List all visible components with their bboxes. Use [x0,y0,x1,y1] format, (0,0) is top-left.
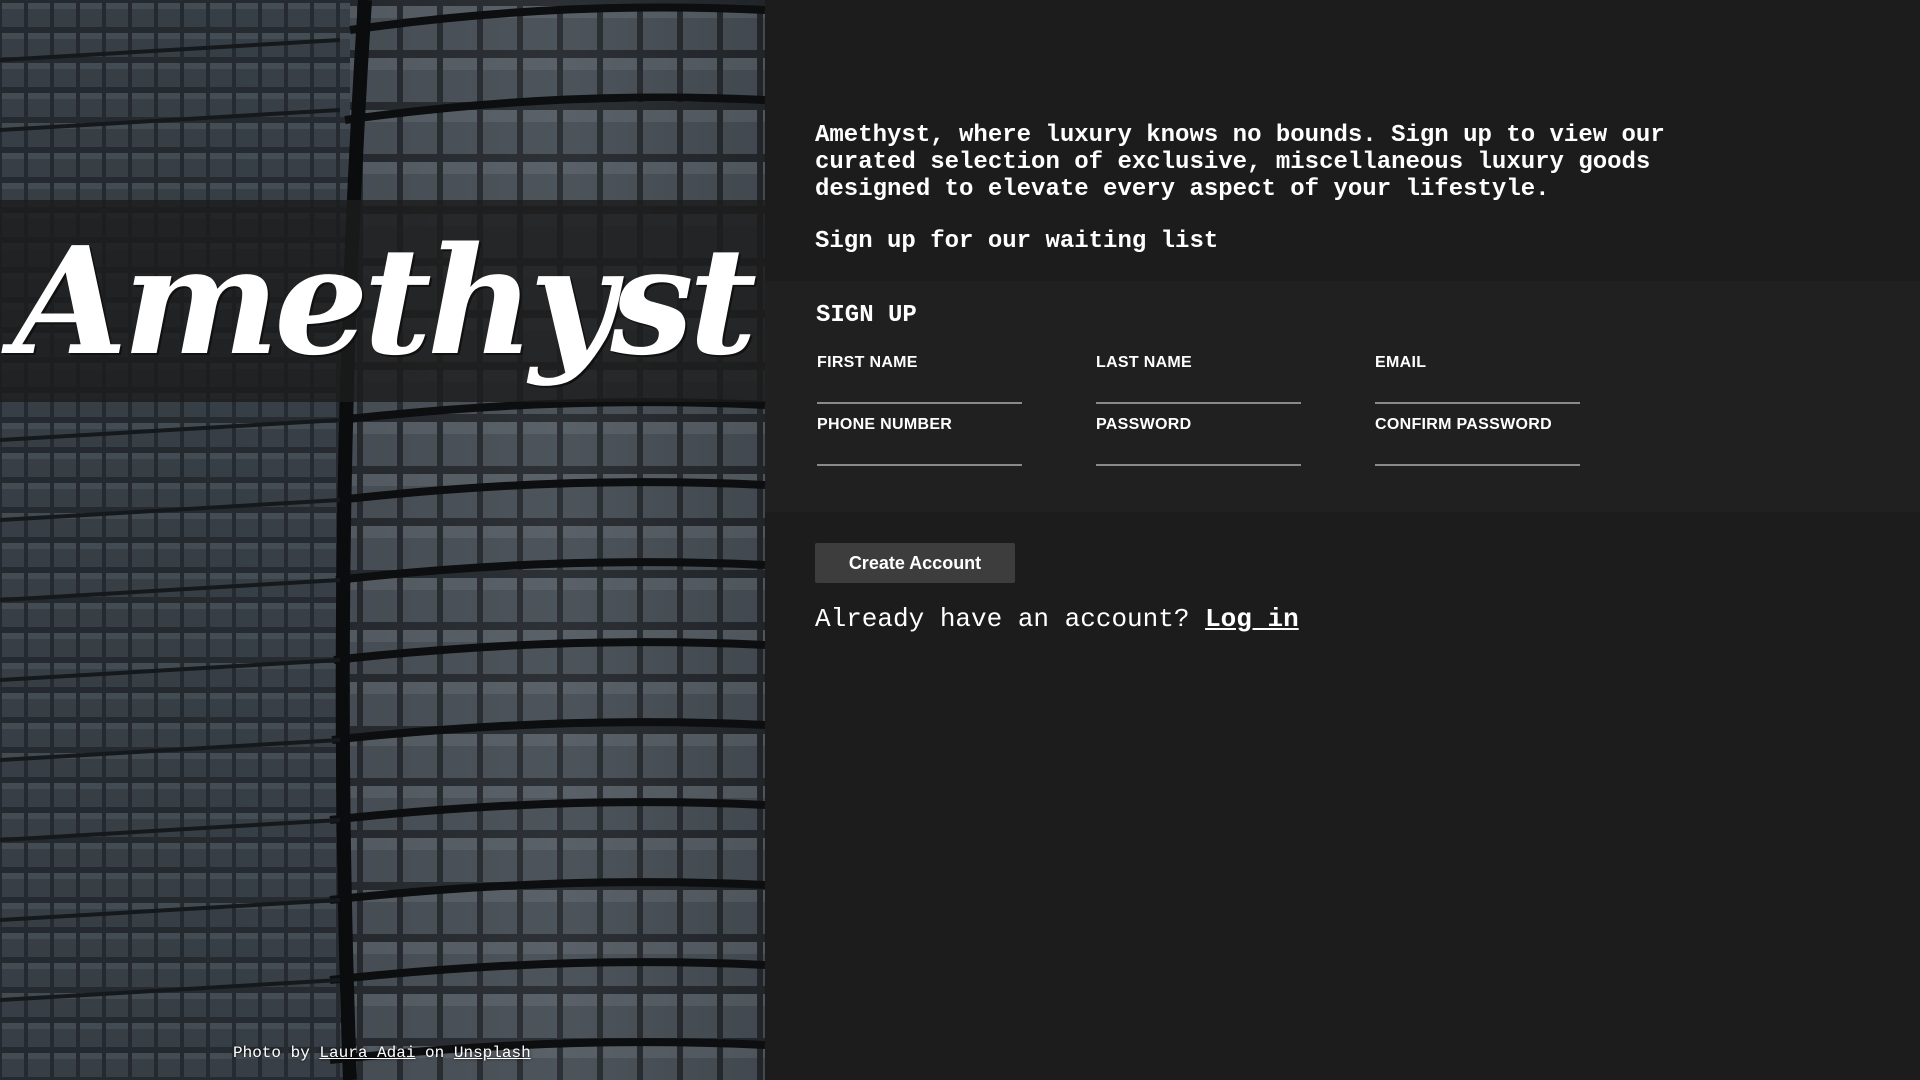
photo-credit: Photo by Laura Adai on Unsplash [233,1044,531,1062]
photo-author-link[interactable]: Laura Adai [319,1044,415,1062]
photo-credit-middle: on [425,1044,445,1062]
brand-logo: Amethyst [12,214,757,388]
confirm-password-label: CONFIRM PASSWORD [1375,416,1552,433]
password-label: PASSWORD [1096,416,1192,433]
first-name-input[interactable] [817,378,1022,404]
signup-page: Amethyst Photo by Laura Adai on Unsplash… [0,0,1920,1080]
first-name-label: FIRST NAME [817,354,918,371]
email-label: EMAIL [1375,354,1427,371]
phone-number-field: PHONE NUMBER [817,416,1022,466]
login-prompt-text: Already have an account? [815,604,1190,634]
phone-number-label: PHONE NUMBER [817,416,953,433]
photo-source-link[interactable]: Unsplash [454,1044,531,1062]
create-account-button[interactable]: Create Account [815,543,1015,583]
confirm-password-field: CONFIRM PASSWORD [1375,416,1580,466]
form-title: SIGN UP [816,302,917,329]
photo-credit-prefix: Photo by [233,1044,310,1062]
first-name-field: FIRST NAME [817,354,1022,404]
phone-number-input[interactable] [817,440,1022,466]
last-name-field: LAST NAME [1096,354,1301,404]
hero-building-photo [0,0,765,1080]
last-name-label: LAST NAME [1096,354,1193,371]
hero-panel: Amethyst Photo by Laura Adai on Unsplash [0,0,765,1080]
waitlist-heading: Sign up for our waiting list [815,228,1219,255]
password-input[interactable] [1096,440,1301,466]
login-link[interactable]: Log in [1205,604,1299,634]
login-prompt: Already have an account? Log in [815,604,1299,634]
intro-text: Amethyst, where luxury knows no bounds. … [815,122,1665,203]
email-field: EMAIL [1375,354,1580,404]
password-field: PASSWORD [1096,416,1301,466]
confirm-password-input[interactable] [1375,440,1580,466]
signup-content: Amethyst, where luxury knows no bounds. … [765,0,1920,1080]
last-name-input[interactable] [1096,378,1301,404]
email-input[interactable] [1375,378,1580,404]
